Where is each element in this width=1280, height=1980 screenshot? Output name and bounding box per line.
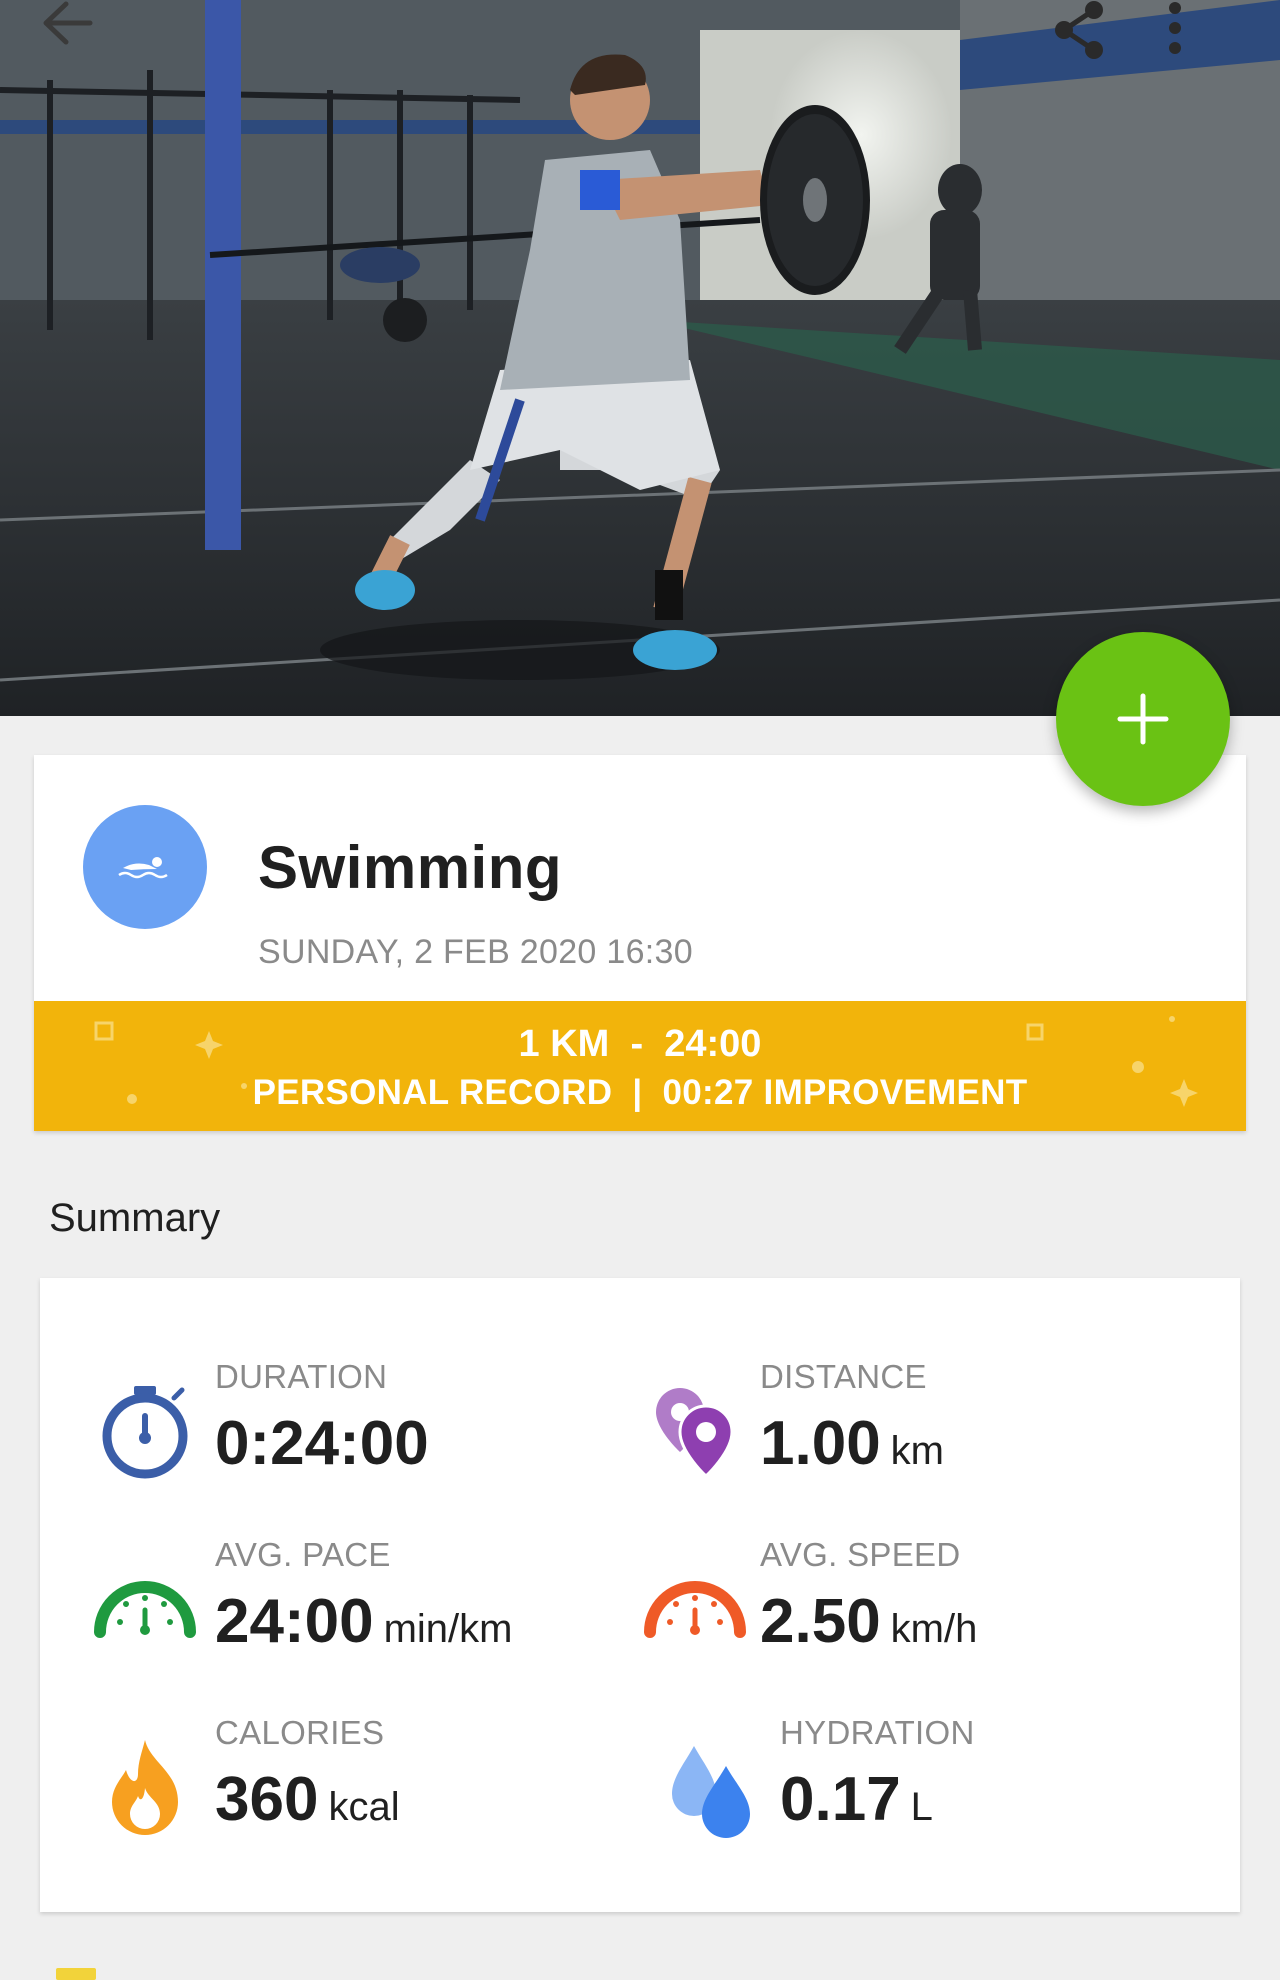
metric-unit: km: [890, 1429, 944, 1473]
metric-number: 0.17: [780, 1765, 901, 1834]
metric-unit: L: [910, 1785, 933, 1829]
metric-label: CALORIES: [215, 1714, 385, 1751]
metric-avg-pace: AVG. PACE 24:00 min/km: [90, 1536, 650, 1676]
speedometer-icon: [94, 1581, 196, 1638]
flame-icon: [112, 1740, 178, 1835]
arrow-left-icon: [43, 1, 93, 45]
sport-name: Swimming: [258, 834, 563, 901]
workout-detail-screen: Swimming SUNDAY, 2 FEB 2020 16:30 1 KM -: [0, 0, 1280, 1980]
metric-value: 24:00 min/km: [215, 1586, 512, 1657]
back-button[interactable]: [40, 0, 130, 60]
metric-value: 1.00 km: [760, 1408, 944, 1479]
summary-card: DURATION 0:24:00 DISTANCE 1.00 km AVG. P…: [40, 1278, 1240, 1912]
record-improvement: 00:27 IMPROVEMENT: [662, 1073, 1028, 1112]
record-divider: |: [632, 1073, 643, 1112]
plus-icon: [1117, 693, 1169, 745]
metric-avg-speed: AVG. SPEED 2.50 km/h: [640, 1536, 1200, 1676]
more-vertical-icon: [1169, 2, 1181, 54]
metric-label: AVG. SPEED: [760, 1536, 961, 1573]
more-options-button[interactable]: [1165, 0, 1225, 60]
record-separator: -: [630, 1023, 644, 1065]
activity-card: Swimming SUNDAY, 2 FEB 2020 16:30 1 KM -: [34, 755, 1246, 1131]
metric-value: 0:24:00: [215, 1408, 439, 1479]
water-drops-icon: [672, 1746, 750, 1838]
metric-unit: min/km: [383, 1607, 513, 1651]
metric-label: HYDRATION: [780, 1714, 975, 1751]
summary-heading: Summary: [49, 1196, 221, 1240]
record-distance: 1 KM: [518, 1023, 610, 1065]
speedometer-icon: [644, 1581, 746, 1638]
metric-label: DURATION: [215, 1358, 388, 1395]
metric-label: AVG. PACE: [215, 1536, 391, 1573]
add-button[interactable]: [1056, 632, 1230, 806]
metric-number: 2.50: [760, 1587, 881, 1656]
metric-number: 24:00: [215, 1587, 374, 1656]
map-pins-icon: [656, 1388, 734, 1479]
record-time: 24:00: [664, 1023, 762, 1065]
share-icon: [1055, 1, 1103, 59]
metric-label: DISTANCE: [760, 1358, 927, 1395]
metric-unit: km/h: [890, 1607, 978, 1651]
metric-calories: CALORIES 360 kcal: [90, 1714, 650, 1854]
metric-duration: DURATION 0:24:00: [90, 1358, 650, 1498]
metric-value: 2.50 km/h: [760, 1586, 977, 1657]
metric-hydration: HYDRATION 0.17 L: [660, 1714, 1220, 1854]
record-label: PERSONAL RECORD: [252, 1073, 613, 1112]
personal-record-banner[interactable]: 1 KM - 24:00 PERSONAL RECORD | 00:27 IMP…: [34, 1001, 1246, 1131]
metric-value: 0.17 L: [780, 1764, 933, 1835]
swimmer-icon: [118, 857, 168, 879]
activity-date: SUNDAY, 2 FEB 2020 16:30: [258, 933, 693, 971]
metric-number: 1.00: [760, 1409, 881, 1478]
stopwatch-icon: [102, 1386, 188, 1479]
record-headline: 1 KM - 24:00: [34, 1023, 1246, 1066]
next-section-marker: [56, 1968, 96, 1980]
sport-avatar: [83, 805, 207, 929]
hero-image: [0, 0, 1280, 716]
record-subline: PERSONAL RECORD | 00:27 IMPROVEMENT: [34, 1073, 1246, 1113]
metric-value: 360 kcal: [215, 1764, 400, 1835]
metric-number: 360: [215, 1765, 319, 1834]
share-button[interactable]: [1050, 0, 1140, 60]
metric-unit: kcal: [328, 1785, 400, 1829]
metric-distance: DISTANCE 1.00 km: [640, 1358, 1200, 1498]
metric-number: 0:24:00: [215, 1409, 429, 1478]
